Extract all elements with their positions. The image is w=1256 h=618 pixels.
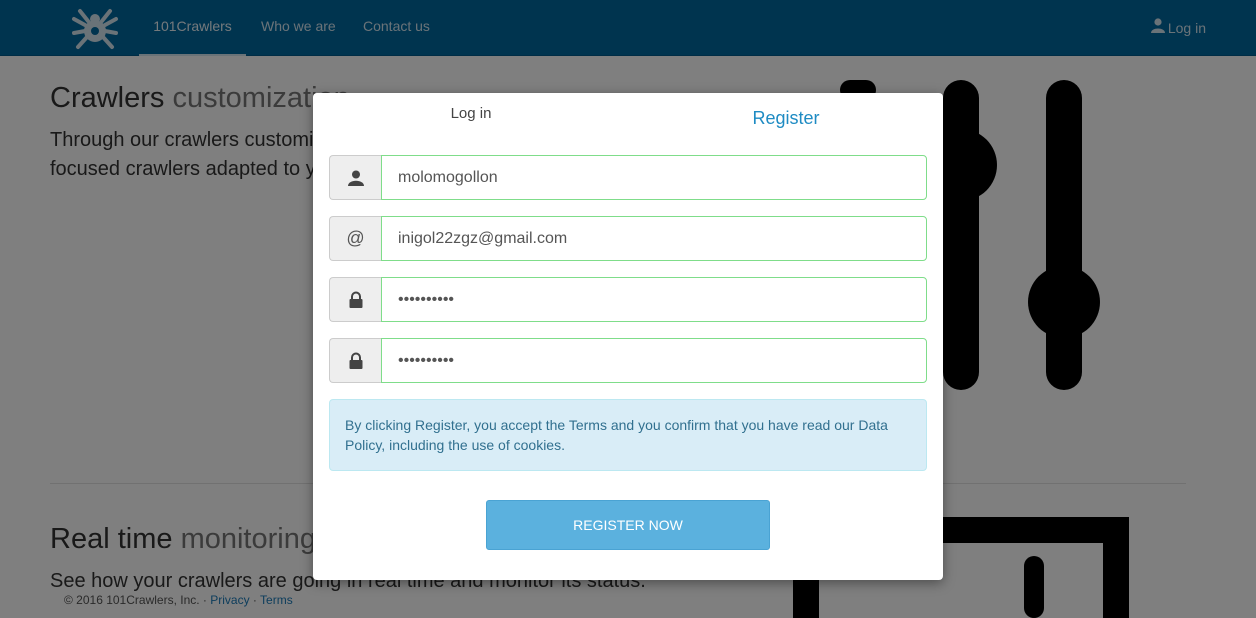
register-now-button[interactable]: REGISTER NOW: [486, 500, 770, 550]
email-group: @: [329, 216, 927, 261]
password-input[interactable]: [381, 277, 927, 322]
lock-icon: [329, 277, 381, 322]
username-group: [329, 155, 927, 200]
tab-login[interactable]: Log in: [313, 93, 629, 139]
email-input[interactable]: [381, 216, 927, 261]
password-group: [329, 277, 927, 322]
tab-register[interactable]: Register: [629, 97, 943, 143]
lock-icon: [329, 338, 381, 383]
register-modal: Log in Register @ By clicking Register, …: [313, 93, 943, 580]
terms-notice: By clicking Register, you accept the Ter…: [329, 399, 927, 471]
username-input[interactable]: [381, 155, 927, 200]
at-icon: @: [329, 216, 381, 261]
user-icon: [329, 155, 381, 200]
password-confirm-input[interactable]: [381, 338, 927, 383]
password-confirm-group: [329, 338, 927, 383]
